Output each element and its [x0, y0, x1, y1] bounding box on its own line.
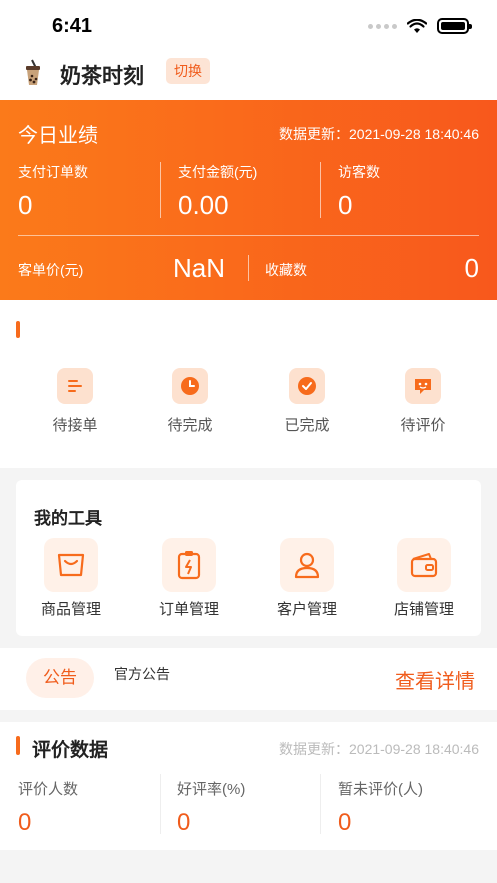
- metric-label: 支付金额(元): [178, 164, 258, 180]
- metric-value: 0: [18, 190, 33, 220]
- tool-label: 商品管理: [40, 601, 101, 618]
- order-item-label: 待评价: [400, 417, 446, 434]
- avg-price-value: NaN: [173, 253, 226, 283]
- metric-paid-amount[interactable]: 支付金额(元) 0.00: [178, 162, 257, 221]
- divider: [160, 774, 161, 834]
- tool-customer-management[interactable]: 客户管理: [257, 538, 357, 619]
- battery-icon: [437, 18, 472, 34]
- tool-label: 客户管理: [276, 601, 337, 618]
- order-status-section: 待接单 待完成 已完成 待评价: [0, 300, 497, 468]
- clipboard-icon: [162, 538, 216, 592]
- divider: [320, 162, 321, 218]
- review-value: 0: [338, 809, 352, 836]
- tool-product-management[interactable]: 商品管理: [21, 538, 121, 619]
- status-time: 6:41: [52, 15, 93, 37]
- wifi-icon: [407, 18, 427, 33]
- app-header: 奶茶时刻 切换: [0, 52, 497, 100]
- my-tools-card: 我的工具 商品管理 订单管理 客户管理 店铺管理: [16, 480, 481, 636]
- favorites-label: 收藏数: [265, 262, 307, 278]
- today-performance-panel: 今日业绩 数据更新：2021-09-28 18:40:46 支付订单数 0 支付…: [0, 100, 497, 300]
- order-item-label: 已完成: [284, 417, 330, 434]
- order-pending-accept[interactable]: 待接单: [30, 368, 120, 435]
- view-details-link[interactable]: 查看详情: [395, 665, 475, 694]
- positive-rate[interactable]: 好评率(%) 0: [177, 778, 245, 837]
- tool-label: 订单管理: [158, 601, 219, 618]
- notice-bar: 公告 官方公告 查看详情: [0, 648, 497, 710]
- tools-title: 我的工具: [34, 509, 102, 528]
- update-label: 数据更新：: [279, 126, 349, 142]
- milk-tea-icon: [26, 59, 40, 85]
- bag-icon: [44, 538, 98, 592]
- metric-visitors[interactable]: 访客数 0: [338, 162, 380, 221]
- shop-logo[interactable]: [18, 58, 48, 88]
- notice-tag: 公告: [26, 658, 94, 698]
- review-count[interactable]: 评价人数 0: [18, 778, 78, 837]
- metric-value: 0.00: [178, 190, 229, 220]
- tool-label: 店铺管理: [393, 601, 454, 618]
- review-label: 暂未评价(人): [338, 781, 423, 798]
- order-pending-complete[interactable]: 待完成: [145, 368, 235, 435]
- metric-label: 支付订单数: [18, 164, 88, 180]
- order-item-label: 待完成: [167, 417, 213, 434]
- shop-name: 奶茶时刻: [60, 65, 144, 88]
- divider: [248, 255, 249, 281]
- review-update-time: 数据更新：2021-09-28 18:40:46: [279, 739, 479, 759]
- review-data-section: 评价数据 数据更新：2021-09-28 18:40:46 评价人数 0 好评率…: [0, 722, 497, 850]
- list-icon: [57, 368, 93, 404]
- divider: [160, 162, 161, 218]
- update-time: 2021-09-28 18:40:46: [349, 126, 479, 142]
- clock-icon: [172, 368, 208, 404]
- review-label: 评价人数: [18, 781, 79, 798]
- metric-paid-orders[interactable]: 支付订单数 0: [18, 162, 88, 221]
- order-item-label: 待接单: [52, 417, 98, 434]
- check-icon: [289, 368, 325, 404]
- review-title: 评价数据: [32, 740, 109, 761]
- comment-icon: [405, 368, 441, 404]
- order-pending-review[interactable]: 待评价: [378, 368, 468, 435]
- not-reviewed[interactable]: 暂未评价(人) 0: [338, 778, 423, 837]
- section-accent-bar: [16, 736, 20, 755]
- status-bar: 6:41: [0, 0, 497, 52]
- notice-text[interactable]: 官方公告: [114, 664, 170, 686]
- wallet-icon: [397, 538, 451, 592]
- user-icon: [280, 538, 334, 592]
- tool-store-management[interactable]: 店铺管理: [374, 538, 474, 619]
- performance-update-time: 数据更新：2021-09-28 18:40:46: [279, 124, 479, 144]
- divider: [320, 774, 321, 834]
- update-time: 2021-09-28 18:40:46: [349, 741, 479, 757]
- review-value: 0: [177, 809, 191, 836]
- signal-icon: [368, 23, 397, 29]
- avg-price-label: 客单价(元): [18, 262, 84, 278]
- review-value: 0: [18, 809, 32, 836]
- section-accent-bar: [16, 321, 20, 338]
- status-icons: [368, 18, 472, 34]
- tool-order-management[interactable]: 订单管理: [139, 538, 239, 619]
- divider: [18, 235, 479, 236]
- metric-label: 访客数: [338, 164, 380, 180]
- switch-shop-button[interactable]: 切换: [166, 58, 210, 84]
- review-label: 好评率(%): [177, 781, 246, 798]
- favorites-value: 0: [464, 253, 479, 283]
- order-completed[interactable]: 已完成: [262, 368, 352, 435]
- update-label: 数据更新：: [279, 741, 349, 757]
- performance-title: 今日业绩: [18, 125, 98, 147]
- metric-value: 0: [338, 190, 353, 220]
